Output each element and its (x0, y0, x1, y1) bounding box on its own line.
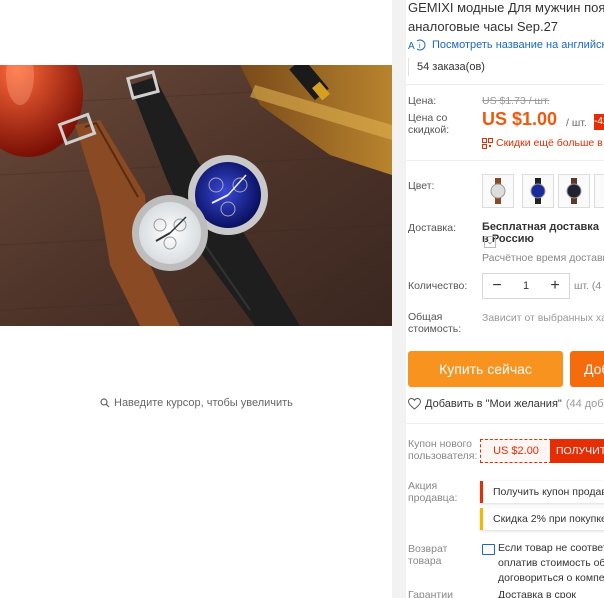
wishlist-count: (44 добавлений) (565, 398, 604, 410)
watch-thumbnail-icon (530, 178, 546, 204)
seller-discount-row[interactable]: Скидка 2% при покупке (480, 508, 604, 530)
divider-line (406, 160, 604, 161)
watch-thumbnail-icon (566, 178, 582, 204)
price-label: Цена: (408, 95, 437, 107)
color-swatch-black[interactable] (558, 174, 590, 208)
guarantee-text: Доставка в срок (498, 589, 577, 598)
svg-text:A: A (408, 41, 415, 51)
orders-count: 54 заказа(ов) (408, 58, 491, 76)
discount-price-label: Цена со скидкой: (408, 112, 450, 136)
returns-text: Если товар не соответствует оплатив стои… (498, 541, 604, 586)
discount-badge: -42% (594, 114, 604, 130)
returns-line: Если товар не соответствует (498, 542, 604, 554)
color-swatch-4[interactable] (594, 174, 604, 208)
price-unit: / шт. (566, 117, 587, 129)
seller-coupon-row[interactable]: Получить купон продавца (480, 481, 604, 503)
translate-icon: Ai (408, 39, 426, 51)
wishlist-label[interactable]: Добавить в "Мои желания" (425, 398, 562, 410)
new-user-coupon-label: Купон нового пользователя: (408, 438, 478, 462)
get-coupon-button[interactable]: ПОЛУЧИТЬ (550, 439, 604, 463)
qr-code-icon (482, 137, 493, 149)
buy-now-button[interactable]: Купить сейчас (408, 351, 563, 387)
return-policy-icon (482, 544, 495, 555)
total-label: Общая стоимость: (408, 311, 462, 335)
returns-line: оплатив стоимость обратной (498, 557, 604, 569)
quantity-available: шт. (4 (574, 280, 602, 292)
divider-line (406, 423, 604, 424)
app-discount-text[interactable]: Скидки ещё больше в приложении (496, 137, 604, 149)
total-value: Зависит от выбранных характеристик (482, 312, 604, 324)
magnifier-icon (100, 398, 110, 408)
column-divider (392, 0, 406, 598)
watch-thumbnail-icon (490, 178, 506, 204)
add-to-cart-button[interactable]: Добавить в корзину (570, 351, 604, 387)
shipping-label: Доставка: (408, 222, 457, 234)
returns-label: Возврат товара (408, 543, 448, 567)
product-title: GEMIXI модные Для мужчин пояс аналоговые… (408, 0, 604, 34)
color-swatch-blue[interactable] (522, 174, 554, 208)
delivery-time: Расчётное время доставки (482, 252, 604, 264)
product-details: GEMIXI модные Для мужчин пояс аналоговые… (406, 0, 604, 598)
old-price: US $1.73 / шт. (482, 95, 550, 107)
coupon-amount: US $2.00 (480, 439, 552, 463)
chevron-down-icon[interactable]: ⌄ (484, 236, 496, 248)
quantity-decrease-button[interactable]: − (483, 277, 511, 295)
quantity-label: Количество: (408, 280, 468, 292)
zoom-hint: Наведите курсор, чтобы увеличить (100, 397, 293, 409)
heart-icon (408, 398, 421, 410)
divider-line (406, 84, 604, 85)
translate-link[interactable]: Ai Посмотреть название на английском (408, 39, 604, 51)
discount-price: US $1.00 (482, 109, 558, 129)
quantity-stepper: − 1 + (482, 273, 570, 299)
returns-line: договориться о компенсации (498, 572, 604, 584)
zoom-hint-text: Наведите курсор, чтобы увеличить (114, 397, 293, 409)
quantity-input[interactable]: 1 (511, 280, 541, 292)
svg-text:i: i (419, 43, 421, 50)
translate-link-text[interactable]: Посмотреть название на английском (432, 39, 604, 51)
app-discount-link[interactable]: Скидки ещё больше в приложении (482, 137, 604, 149)
shipping-method: Бесплатная доставка в Россию (482, 221, 599, 245)
color-label: Цвет: (408, 180, 435, 192)
seller-promo-label: Акция продавца: (408, 480, 458, 504)
product-image[interactable] (0, 65, 392, 326)
color-swatch-white[interactable] (482, 174, 514, 208)
guarantee-label: Гарантии (408, 589, 453, 598)
add-to-wishlist[interactable]: Добавить в "Мои желания" (44 добавлений) (408, 398, 604, 410)
quantity-increase-button[interactable]: + (541, 277, 569, 295)
